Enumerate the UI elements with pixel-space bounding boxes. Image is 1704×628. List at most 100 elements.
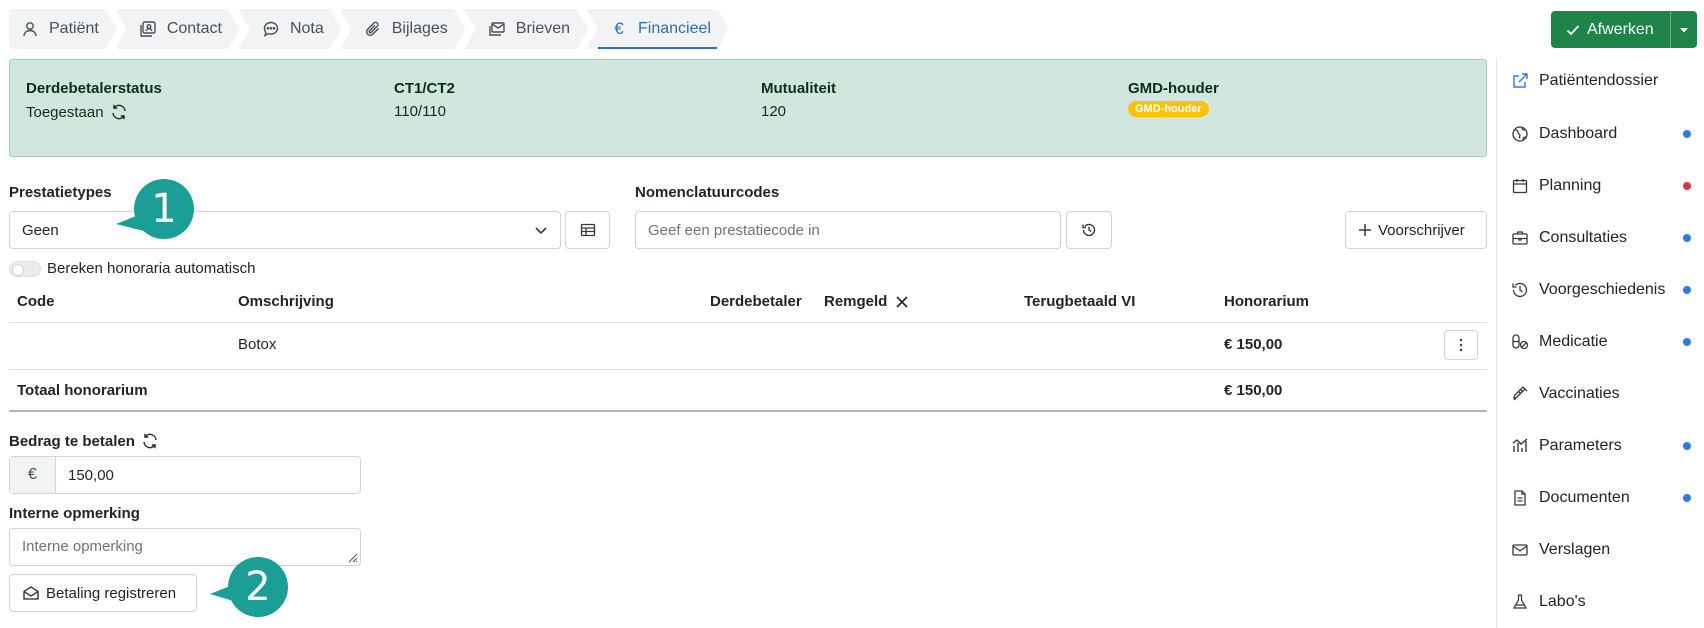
col-remgeld-label: Remgeld [824, 293, 888, 310]
tab-contact[interactable]: Contact [115, 9, 240, 49]
pills-icon [1512, 334, 1529, 350]
row-actions-button[interactable] [1444, 330, 1478, 360]
sidebar-item-verslagen[interactable]: Verslagen [1511, 541, 1691, 559]
sidebar-item-documenten[interactable]: Documenten [1511, 489, 1691, 507]
bedrag-label: Bedrag te betalen [9, 432, 135, 450]
table-view-button[interactable] [565, 211, 610, 249]
sidebar-item-label: Consultaties [1539, 229, 1628, 246]
register-payment-label: Betaling registreren [46, 584, 177, 602]
tab-bijlages[interactable]: Bijlages [340, 9, 466, 49]
mutualiteit-label: Mutualiteit [761, 80, 836, 97]
notification-dot [1683, 338, 1691, 346]
derdebetaler-status: Derdebetalerstatus Toegestaan [26, 80, 162, 121]
tab-patient[interactable]: Patiënt [9, 9, 117, 49]
tab-label: Nota [289, 20, 324, 37]
tab-label: Patiënt [49, 20, 99, 37]
callout-2: 2 [210, 556, 290, 618]
auto-calc-row: Bereken honoraria automatisch [9, 260, 255, 277]
person-icon [21, 20, 39, 38]
tab-nota[interactable]: Nota [238, 9, 342, 49]
refresh-icon[interactable] [141, 432, 159, 450]
register-payment-button[interactable]: Betaling registreren [9, 574, 197, 612]
opmerking-label: Interne opmerking [9, 505, 140, 522]
resize-handle-icon[interactable] [346, 551, 358, 563]
col-derdebetaler: Derdebetaler [710, 293, 802, 310]
sidebar-item-label: Documenten [1539, 489, 1630, 506]
prestatietypes-select[interactable]: Geen [9, 211, 561, 249]
tab-financieel[interactable]: € Financieel [586, 9, 729, 49]
euro-icon: € [614, 19, 624, 38]
history-icon [1082, 223, 1096, 237]
fees-table-total: Totaal honorarium € 150,00 [9, 370, 1487, 412]
ct-status: CT1/CT2 110/110 [394, 80, 455, 120]
envelope-open-icon [23, 586, 39, 600]
afwerken-button[interactable]: Afwerken [1551, 11, 1671, 48]
opmerking-textarea[interactable]: Interne opmerking [9, 528, 361, 566]
chart-icon [1512, 438, 1528, 452]
flask-icon [1512, 594, 1528, 609]
check-icon [1566, 24, 1580, 35]
history-icon [1512, 282, 1528, 298]
right-sidebar: Patiëntendossier Dashboard Planning Cons… [1496, 58, 1704, 628]
sidebar-item-vaccinaties[interactable]: Vaccinaties [1511, 385, 1691, 403]
afwerken-dropdown-toggle[interactable] [1671, 25, 1697, 35]
sidebar-item-voorgeschiedenis[interactable]: Voorgeschiedenis [1511, 281, 1691, 299]
total-value: € 150,00 [1224, 382, 1283, 399]
ct-value: 110/110 [394, 103, 446, 120]
notification-dot [1683, 234, 1691, 242]
afwerken-button-group: Afwerken [1551, 11, 1697, 48]
col-code: Code [17, 293, 55, 310]
sidebar-item-label: Medicatie [1539, 333, 1608, 350]
bedrag-label-row: Bedrag te betalen [9, 432, 159, 450]
nomenclatuur-input[interactable]: Geef een prestatiecode in [635, 211, 1061, 249]
prestatietypes-value: Geen [22, 221, 59, 239]
caret-down-icon [1680, 27, 1688, 32]
prestatietypes-label: Prestatietypes [9, 184, 112, 201]
notification-dot [1683, 182, 1691, 190]
gmd-label: GMD-houder [1128, 80, 1219, 97]
document-icon [1514, 490, 1526, 506]
cell-honorarium: € 150,00 [1224, 336, 1283, 353]
col-remgeld: Remgeld [824, 293, 909, 310]
sidebar-item-label: Vaccinaties [1539, 385, 1620, 402]
mutualiteit-value: 120 [761, 103, 787, 120]
plus-icon [1359, 224, 1371, 236]
close-icon[interactable] [895, 295, 909, 309]
sidebar-item-label: Dashboard [1539, 125, 1618, 142]
currency-prefix: € [10, 457, 56, 493]
sidebar-item-planning[interactable]: Planning [1511, 177, 1691, 195]
total-label: Totaal honorarium [17, 382, 148, 399]
auto-calc-toggle[interactable] [9, 260, 41, 277]
sidebar-item-label: Labo's [1539, 593, 1586, 610]
financial-status-panel: Derdebetalerstatus Toegestaan CT1/CT2 11… [9, 59, 1487, 157]
gmd-status: GMD-houder GMD-houder [1128, 80, 1219, 117]
paperclip-icon [364, 20, 382, 38]
sidebar-item-medicatie[interactable]: Medicatie [1511, 333, 1691, 351]
sidebar-item-patientendossier[interactable]: Patiëntendossier [1511, 72, 1691, 90]
add-voorschrijver-button[interactable]: Voorschrijver [1345, 211, 1487, 249]
sidebar-item-consultaties[interactable]: Consultaties [1511, 229, 1691, 247]
sidebar-item-dashboard[interactable]: Dashboard [1511, 125, 1691, 143]
tab-brieven[interactable]: Brieven [464, 9, 588, 49]
sidebar-item-parameters[interactable]: Parameters [1511, 437, 1691, 455]
letters-icon [488, 20, 506, 38]
sidebar-item-label: Planning [1539, 177, 1602, 194]
history-button[interactable] [1066, 211, 1112, 249]
amount-value: 150,00 [68, 466, 114, 484]
globe-icon [1512, 126, 1528, 142]
callout-2-number: 2 [245, 564, 271, 610]
derdebetaler-value: Toegestaan [26, 103, 104, 121]
col-honorarium: Honorarium [1224, 293, 1310, 310]
tab-bar: Patiënt Contact Nota Bijlages Brieven € … [9, 9, 727, 49]
sidebar-item-label: Patiëntendossier [1539, 72, 1659, 89]
envelope-icon [1512, 544, 1528, 556]
amount-field[interactable]: € 150,00 [9, 456, 361, 494]
sidebar-item-label: Verslagen [1539, 541, 1611, 558]
refresh-icon[interactable] [110, 103, 128, 121]
tab-label: Financieel [638, 20, 711, 37]
notification-dot [1683, 130, 1691, 138]
notification-dot [1683, 286, 1691, 294]
sidebar-item-labos[interactable]: Labo's [1511, 593, 1691, 611]
table-icon [580, 223, 595, 237]
callout-1-number: 1 [151, 186, 177, 232]
